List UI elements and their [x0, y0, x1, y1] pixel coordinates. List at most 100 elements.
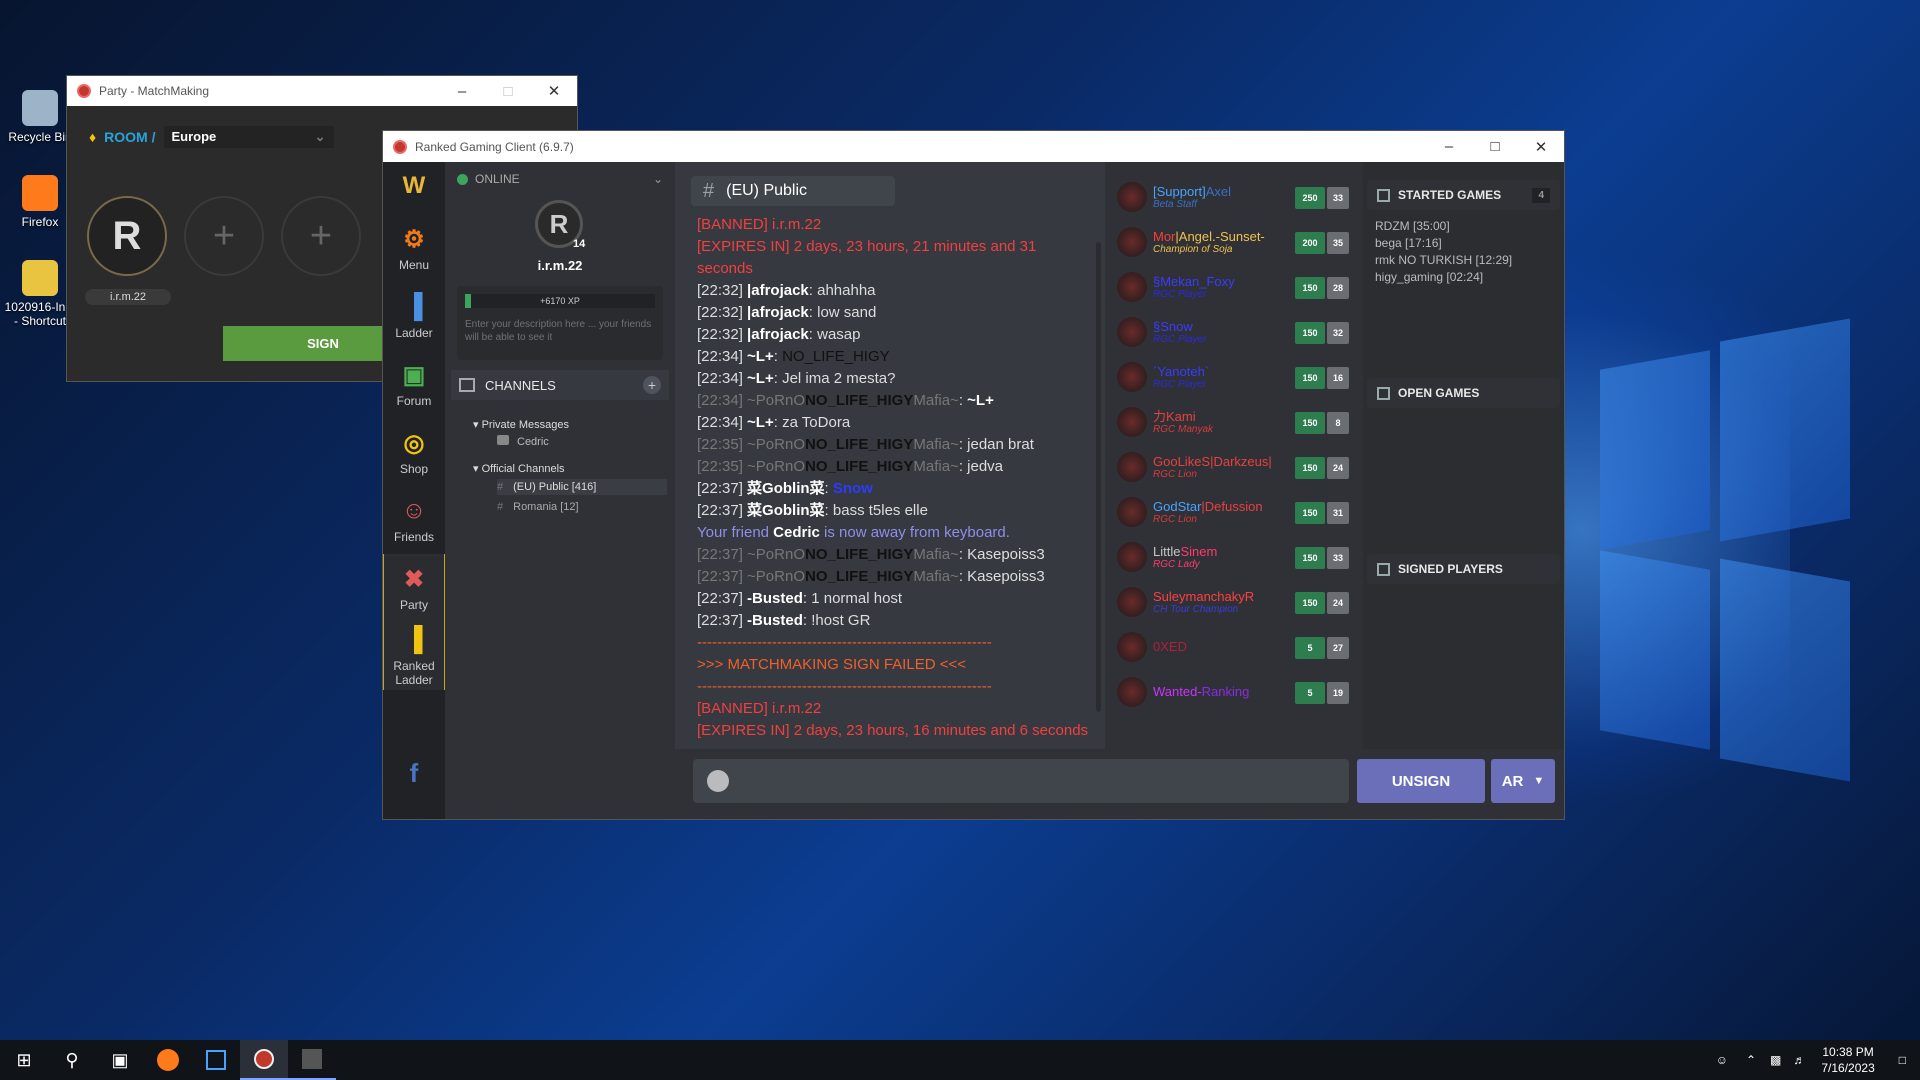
player-score-badge: 150 [1295, 547, 1325, 569]
chat-message-part: seconds [697, 260, 753, 277]
started-game-item[interactable]: higy_gaming [02:24] [1375, 269, 1552, 286]
nav-item-ladder[interactable]: ▐ Ladder [383, 282, 445, 350]
chat-message-part: [22:37] ~PoRnO [697, 568, 805, 585]
nav-label: Menu [398, 258, 430, 272]
channel-item[interactable]: # Romania [12] [497, 499, 675, 515]
region-dropdown[interactable]: Europe ⌄ [163, 126, 334, 148]
player-row[interactable]: 0XED 5 27 [1113, 624, 1358, 669]
player-row[interactable]: 力Kami RGC Manyak 150 8 [1113, 399, 1358, 444]
start-button[interactable]: ⊞ [0, 1040, 48, 1080]
status-selector[interactable]: ONLINE ⌄ [445, 162, 675, 196]
nav-item-menu[interactable]: ⚙ Menu [383, 214, 445, 282]
notifications-icon[interactable]: □ [1899, 1053, 1906, 1067]
player-name-part: GodStar [1153, 498, 1202, 514]
chat-bubble-icon [497, 435, 509, 445]
minimize-icon[interactable]: – [439, 76, 485, 106]
chat-message: [EXPIRES IN] 2 days, 23 hours, 16 minute… [697, 720, 1097, 738]
unsign-button[interactable]: UNSIGN [1357, 759, 1485, 803]
player-score-badge: 150 [1295, 457, 1325, 479]
nav-item-shop[interactable]: ◎ Shop [383, 418, 445, 486]
chat-message-part: [22:35] ~PoRnO [697, 458, 805, 475]
chat-message-part: Mafia~ [913, 392, 959, 409]
minimize-icon[interactable]: – [1426, 131, 1472, 162]
player-row[interactable]: LittleSinem RGC Lady 150 33 [1113, 534, 1358, 579]
player-row[interactable]: ´Yanoteh` RGC Player 150 16 [1113, 354, 1358, 399]
open-games-header[interactable]: OPEN GAMES [1367, 378, 1560, 408]
maximize-icon[interactable]: □ [1472, 131, 1518, 162]
player-row[interactable]: [Support]Axel Beta Staff 250 33 [1113, 174, 1358, 219]
player-row[interactable]: Wanted-Ranking 5 19 [1113, 669, 1358, 714]
nav-item-forum[interactable]: ▣ Forum [383, 350, 445, 418]
player-row[interactable]: GooLikeS|Darkzeus| RGC Lion 150 24 [1113, 444, 1358, 489]
maximize-icon[interactable]: □ [485, 76, 531, 106]
chat-messages[interactable]: [BANNED] i.r.m.22 [EXPIRES IN] 2 days, 23… [697, 214, 1097, 738]
clock[interactable]: 10:38 PM 7/16/2023 [1821, 1044, 1874, 1076]
chevron-up-icon[interactable]: ⌃ [1746, 1053, 1756, 1067]
player-row[interactable]: §Mekan_Foxy RGC Player 150 28 [1113, 264, 1358, 309]
private-message-item[interactable]: Cedric [497, 435, 675, 448]
player-row[interactable]: SuleymanchakyR CH Tour Champion 150 24 [1113, 579, 1358, 624]
signed-players-header[interactable]: SIGNED PLAYERS [1367, 554, 1560, 584]
network-icon[interactable]: ▩ [1770, 1053, 1781, 1067]
chat-message-part: NO_LIFE_HIGY [805, 568, 914, 585]
chat-message-part: -Busted [747, 612, 803, 629]
channel-item[interactable]: # (EU) Public [416] [497, 479, 667, 495]
channels-header: CHANNELS + [451, 370, 669, 400]
volume-icon[interactable]: ♬ [1793, 1053, 1805, 1067]
language-label: AR [1501, 772, 1524, 790]
level-badge: 14 [573, 238, 586, 250]
chat-message-part: [22:37] [697, 590, 748, 607]
game-taskbar-icon[interactable] [288, 1040, 336, 1080]
people-icon[interactable]: ☺ [1716, 1053, 1728, 1067]
add-channel-icon[interactable]: + [643, 376, 661, 394]
rgc-taskbar-icon[interactable] [240, 1040, 288, 1080]
nav-item-home[interactable]: W [383, 162, 445, 214]
chat-message-part: 菜Goblin菜 [747, 480, 825, 497]
started-game-item[interactable]: bega [17:16] [1375, 235, 1552, 252]
official-channels-group[interactable]: ▾ Official Channels [473, 462, 675, 475]
facebook-icon[interactable]: f [383, 758, 445, 789]
nav-item-party[interactable]: ✖ Party [383, 554, 445, 622]
started-game-item[interactable]: rmk NO TURKISH [12:29] [1375, 252, 1552, 269]
chat-message-part: : za ToDora [773, 414, 851, 431]
chat-message: [22:32] |afrojack: ahhahha [697, 280, 1097, 302]
language-dropdown[interactable]: AR ▼ [1491, 759, 1555, 803]
chat-message-part: [EXPIRES IN] 2 days, 23 hours, 16 minute… [697, 722, 1089, 738]
main-titlebar[interactable]: Ranked Gaming Client (6.9.7) – □ ✕ [383, 131, 1564, 162]
firefox-taskbar-icon[interactable] [144, 1040, 192, 1080]
chat-message: ----------------------------------------… [697, 632, 1097, 654]
players-list[interactable]: [Support]Axel Beta Staff 250 33 Mor|Angel.-S… [1113, 162, 1358, 752]
player-row[interactable]: Mor|Angel.-Sunset- Champion of Soja 200 35 [1113, 219, 1358, 264]
party-slot-add-2[interactable]: + [281, 196, 361, 276]
emoji-icon[interactable] [707, 770, 729, 792]
chat-input[interactable] [693, 759, 1349, 803]
party-slot-self[interactable]: R [87, 196, 167, 276]
close-icon[interactable]: ✕ [1518, 131, 1564, 162]
chat-message-part: NO_LIFE_HIGY [805, 546, 914, 563]
nav-item-friends[interactable]: ☺ Friends [383, 486, 445, 554]
chat-message-part: : wasap [808, 326, 861, 343]
player-name: ´Yanoteh` [1153, 364, 1283, 379]
profile-description[interactable]: Enter your description here ... your fri… [465, 318, 655, 344]
player-row[interactable]: §Snow RGC Player 150 32 [1113, 309, 1358, 354]
party-slot-add-1[interactable]: + [184, 196, 264, 276]
nav-item-ranked-ladder[interactable]: ▐ Ranked Ladder [383, 622, 445, 690]
chat-message-part: |afrojack [747, 282, 809, 299]
chat-message-part: : jedan brat [958, 436, 1034, 453]
player-row[interactable]: GodStar|Defussion RGC Lion 150 31 [1113, 489, 1358, 534]
chat-message-part: is now away from keyboard. [819, 524, 1010, 541]
started-game-item[interactable]: RDZM [35:00] [1375, 218, 1552, 235]
g-app-taskbar-icon[interactable] [192, 1040, 240, 1080]
player-count-badge: 31 [1327, 502, 1349, 524]
task-view-icon[interactable]: ▣ [96, 1040, 144, 1080]
player-count-badge: 24 [1327, 592, 1349, 614]
chat-message: [22:32] |afrojack: low sand [697, 302, 1097, 324]
chat-scrollbar[interactable] [1096, 242, 1101, 712]
party-titlebar[interactable]: Party - MatchMaking – □ ✕ [67, 76, 577, 106]
search-icon[interactable]: ⚲ [48, 1040, 96, 1080]
chat-message-part: : jedva [958, 458, 1004, 475]
private-messages-group[interactable]: ▾ Private Messages [473, 418, 675, 431]
chat-message-part: Mafia~ [913, 568, 959, 585]
player-score-badge: 250 [1295, 187, 1325, 209]
close-icon[interactable]: ✕ [531, 76, 577, 106]
